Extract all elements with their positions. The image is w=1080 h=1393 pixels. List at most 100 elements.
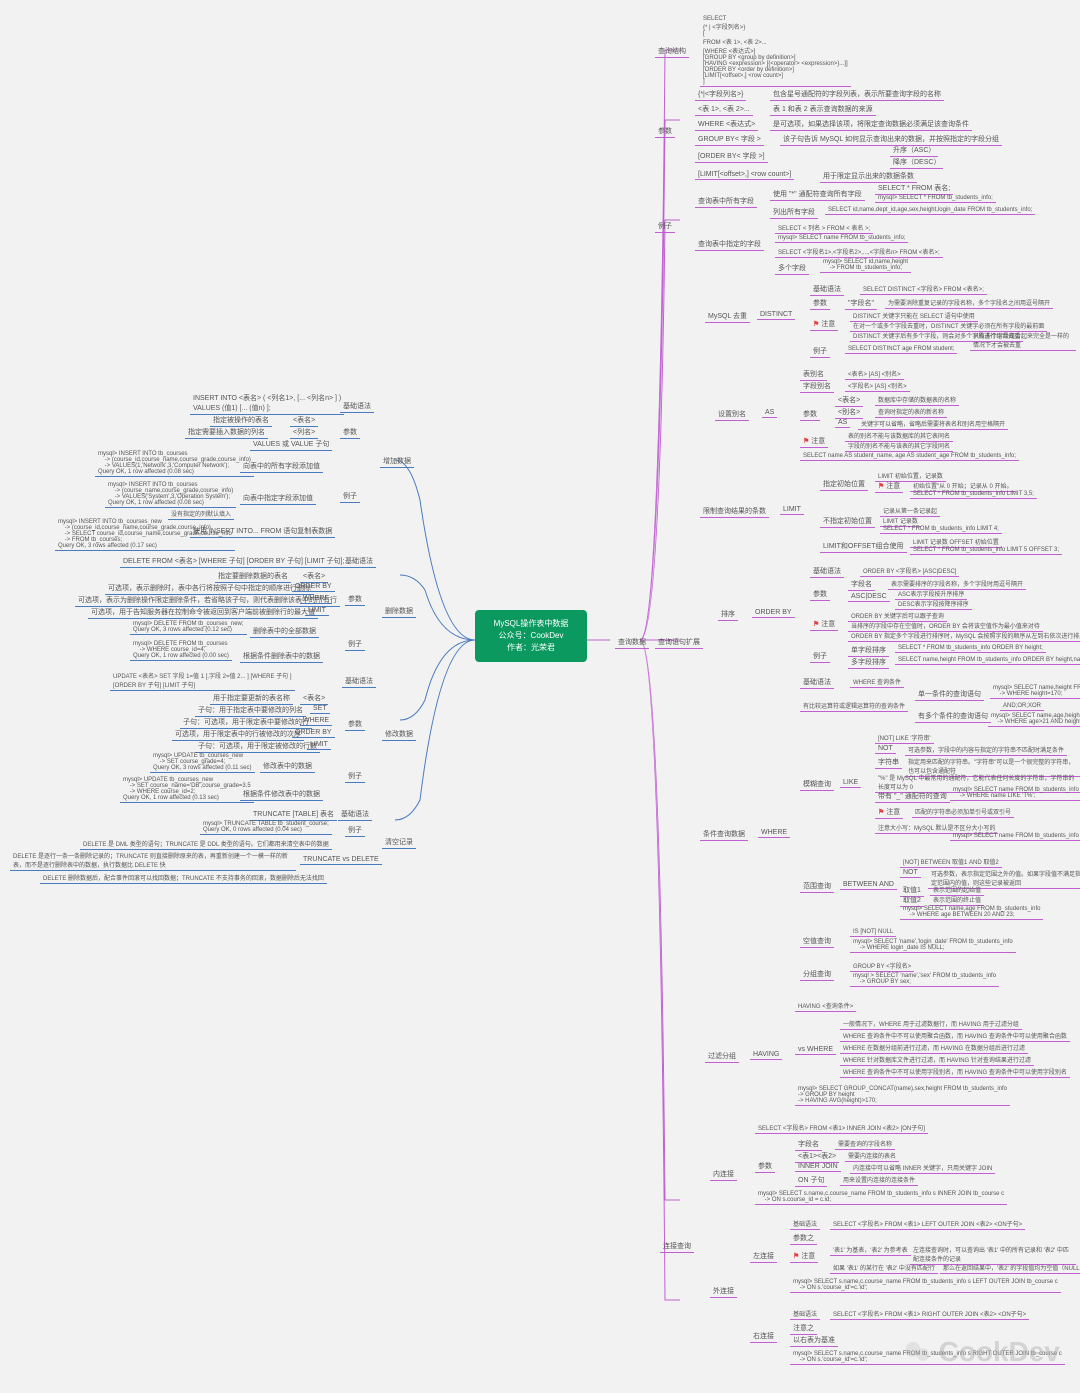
join-title: 连接查询 — [660, 1240, 694, 1253]
truncate-ex: mysql> TRUNCATE TABLE tb_student_course;… — [200, 820, 332, 835]
insert-syntax: INSERT INTO <表名> ( <列名1>, [... <列名n> ] )… — [190, 392, 344, 415]
all-label: 查询表中所有字段 — [695, 195, 757, 208]
groupby-ex: mysql > SELECT 'name','sex' FROM tb_stud… — [850, 972, 999, 987]
alias-ex: SELECT name AS student_name, age AS stud… — [800, 452, 1019, 461]
having-syntax: HAVING <查询条件> — [795, 1000, 856, 1012]
rp2v: 表 1 和表 2 表示查询数据的来源 — [770, 103, 876, 116]
right-syntax: SELECT <字段名> FROM <表1> RIGHT OUTER JOIN … — [830, 1308, 1029, 1320]
update-p2: SET — [310, 704, 330, 714]
where-multi-kw: AND;OR;XOR — [1000, 702, 1044, 711]
left-note-label: ⚑注意 — [790, 1250, 818, 1263]
delete-params-label: 参数 — [345, 593, 365, 606]
alias-col-syntax: <字段名> [AS] <别名> — [845, 380, 910, 392]
truncate-vs-label: TRUNCATE vs DELETE — [300, 855, 382, 865]
having-v5: WHERE 查询条件中不可以使用字段别名，而 HAVING 查询条件中可以使用字… — [840, 1066, 1070, 1078]
center-node: MySQL操作表中数据 公众号：CookDev 作者：光荣君 — [475, 610, 587, 662]
delete-ex2: mysql> DELETE FROM tb_courses -> WHERE c… — [130, 640, 232, 661]
limit-c-label: LIMIT和OFFSET组合使用 — [820, 540, 907, 553]
distinct-syntax-label: 基础语法 — [810, 283, 844, 296]
orderby-p2: ASC|DESC — [848, 592, 890, 602]
inner-p4v: 用来设置内连接的连接条件 — [840, 1174, 918, 1186]
all2: SELECT id,name,dept_id,age,sex,height,lo… — [825, 206, 1035, 215]
alias-title: 设置别名 — [715, 408, 749, 421]
inner-p4: ON 子句 — [795, 1174, 827, 1187]
spec1: SELECT < 列名 > FROM < 表名 >; — [775, 222, 873, 234]
center-line2: 公众号：CookDev — [481, 630, 581, 642]
update-ex-label: 例子 — [345, 770, 365, 783]
right-params-label-2: 参数 — [755, 1160, 775, 1173]
right-ex-label: 例子 — [655, 220, 675, 233]
outer-label: 外连接 — [710, 1285, 737, 1298]
alias-kw: AS — [762, 408, 777, 418]
limit-b-ex: SELECT * FROM tb_students_info LIMIT 4; — [880, 525, 1002, 534]
orderby-ex2: SELECT name,height FROM tb_students_info… — [895, 656, 1080, 665]
alias-tbl-syntax: <表名> [AS] <别名> — [845, 368, 904, 380]
having-vs-label: vs WHERE — [795, 1045, 836, 1055]
update-syntax-label: 基础语法 — [342, 675, 376, 688]
orderby-title: 排序 — [718, 608, 738, 621]
distinct-n3b: 只有多个字段组合起来完全是一样的情况下才会被去重 — [970, 330, 1076, 351]
where-syntax-label: 基础语法 — [800, 676, 834, 689]
limit-a-note-label: ⚑注意 — [875, 480, 903, 493]
inner-p1v: 需要查询的字段名称 — [835, 1138, 895, 1150]
right-params-label: 参数 — [655, 125, 675, 138]
limit-kw: LIMIT — [780, 505, 804, 515]
orderby-n3: ORDER BY 指定多个字段进行排序时，MySQL 会按照字段的顺序从左到右依… — [848, 630, 1080, 642]
struct: SELECT {* | <字段列名>} [ FROM <表 1>, <表 2>.… — [700, 15, 851, 87]
rp1: {*|<字段列名>} — [695, 88, 746, 101]
limit-a-label: 指定初始位置 — [820, 478, 868, 491]
isnull-syntax: IS [NOT] NULL — [850, 928, 896, 937]
spec3-label: 多个字段 — [775, 262, 809, 275]
where-kw: WHERE — [758, 828, 790, 838]
between-kw: BETWEEN AND — [840, 880, 897, 890]
alias-params: 参数 — [800, 408, 820, 421]
insert-title: 增加数据 — [380, 455, 414, 468]
orderby-p3v: DESC表示字段按降序排序 — [895, 598, 972, 610]
rp3v: 是可选项，如果选择该项，将限定查询数据必须满足该查询条件 — [770, 118, 972, 131]
having-ex: mysql> SELECT GROUP_CONCAT(name),sex,hei… — [795, 1085, 1010, 1106]
center-line1: MySQL操作表中数据 — [481, 618, 581, 630]
inner-p3: INNER JOIN — [795, 1162, 841, 1172]
delete-ex1: mysql> DELETE FROM tb_courses_new; Query… — [130, 620, 247, 635]
orderby-note-label: ⚑注意 — [810, 618, 838, 631]
where-single-label: 有比较运算符或逻辑运算符的查询条件 — [800, 700, 908, 712]
distinct-note-label: ⚑注意 — [810, 318, 838, 331]
rp5b: 降序（DESC） — [890, 156, 943, 169]
truncate-vs1: DELETE 是 DML 类型的语句；TRUNCATE 是 DDL 类型的语句。… — [80, 838, 332, 850]
between-syntax: [NOT] BETWEEN 取值1 AND 取值2 — [900, 856, 1002, 868]
right-join-title: 右连接 — [750, 1330, 777, 1343]
like-n1: 匹配的字符串必须加单引号或双引号 — [912, 806, 1014, 818]
orderby-p-label: 参数 — [810, 588, 830, 601]
distinct-p: "字段名" — [845, 297, 877, 310]
having-v2: WHERE 查询条件中不可以使用聚合函数，而 HAVING 查询条件中可以使用聚… — [840, 1030, 1070, 1042]
like-w2: 带有 "_" 通配符的查询 — [875, 790, 950, 803]
update-ex1: mysql> UPDATE tb_courses_new -> SET cour… — [150, 752, 255, 773]
having-v1: 一般情况下，WHERE 用于过滤数据行，而 HAVING 用于过滤分组 — [840, 1018, 1022, 1030]
inner-p2v: 需要内连接的表名 — [845, 1150, 899, 1162]
all1-label: 使用 "*" 通配符查询所有字段 — [770, 188, 865, 201]
update-title: 修改数据 — [382, 728, 416, 741]
rp4: GROUP BY< 字段 > — [695, 133, 764, 146]
truncate-ex-label: 例子 — [345, 824, 365, 837]
orderby-kw: ORDER BY — [752, 608, 795, 618]
between-ex: mysql> SELECT name,age FROM tb_students_… — [900, 905, 1043, 920]
alias-col-label: 字段别名 — [800, 380, 834, 393]
distinct-syntax: SELECT DISTINCT <字段名> FROM <表名>; — [860, 283, 987, 295]
like-p1: NOT — [875, 744, 896, 754]
groupby-title: 分组查询 — [800, 968, 834, 981]
insert-p3: VALUES 或 VALUE 子句 — [250, 438, 332, 451]
where-single: mysql> SELECT name,height FROM tb_studen… — [990, 684, 1080, 699]
left-syntax-label: 基础语法 — [790, 1218, 820, 1230]
between-p1: NOT — [900, 868, 921, 878]
right-note2: 以右表为基准 — [790, 1334, 838, 1347]
like-note-label: ⚑注意 — [875, 806, 903, 819]
groupby-syntax: GROUP BY <字段名> — [850, 960, 914, 972]
like-p2: 字符串 — [875, 756, 902, 769]
left-title: 左连接 — [750, 1250, 777, 1263]
delete-ex1-label: 删除表中的全部数据 — [250, 625, 319, 638]
distinct-pv: 为需要消除重复记录的字段名称，多个字段名之间用逗号隔开 — [885, 297, 1053, 309]
distinct-ex-label: 例子 — [810, 345, 830, 358]
left-p-label: 参数之 — [790, 1232, 817, 1245]
spec-label: 查询表中指定的字段 — [695, 238, 764, 251]
delete-title: 删除数据 — [382, 605, 416, 618]
